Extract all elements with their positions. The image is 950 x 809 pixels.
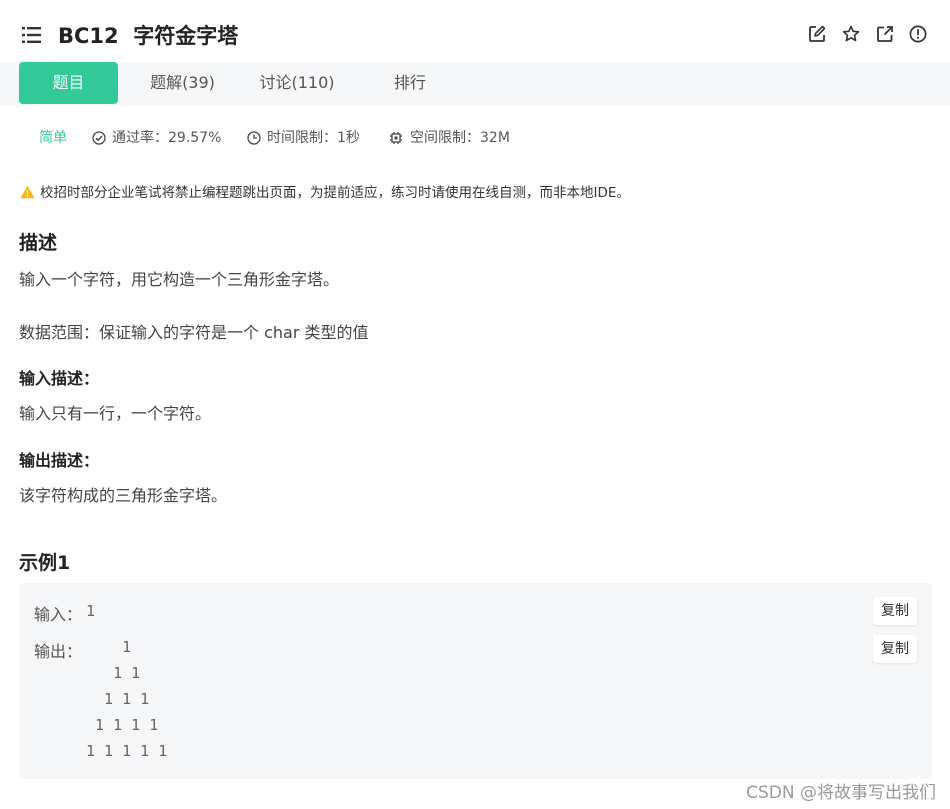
check-circle-icon: [92, 131, 106, 145]
external-link-icon[interactable]: [876, 25, 894, 43]
list-icon[interactable]: [22, 26, 42, 44]
memory-limit-text: 空间限制：32M: [410, 130, 510, 146]
chip-icon: [390, 132, 402, 144]
warning-icon: [20, 185, 35, 199]
output-desc-text: 该字符构成的三角形金字塔。: [19, 486, 228, 505]
clock-icon: [247, 131, 261, 145]
example-output-label: 输出：: [34, 642, 83, 661]
example-input-label: 输入：: [34, 605, 83, 624]
example-box: 输入： 1 复制 输出： 1 1 1 1 1 1 1 1 1 1 1 1 1 1…: [19, 583, 932, 779]
problem-title: BC12 字符金字塔: [58, 24, 239, 48]
tab-problem[interactable]: 题目: [19, 62, 118, 104]
watermark: CSDN @将故事写出我们: [746, 783, 936, 803]
time-limit-text: 时间限制：1秒: [267, 130, 360, 146]
tab-bar: 题目 题解(39) 讨论(110) 排行: [0, 62, 950, 106]
example-output-value: 1 1 1 1 1 1 1 1 1 1 1 1 1 1 1: [86, 638, 168, 760]
example-heading: 示例1: [19, 552, 71, 574]
description-text: 输入一个字符，用它构造一个三角形金字塔。: [19, 270, 340, 289]
tab-ranking[interactable]: 排行: [370, 62, 450, 104]
copy-output-button[interactable]: 复制: [873, 635, 917, 663]
copy-input-button[interactable]: 复制: [873, 597, 917, 625]
star-icon[interactable]: [842, 25, 860, 43]
input-desc-heading: 输入描述：: [19, 369, 100, 388]
pass-rate: 通过率：29.57%: [92, 128, 232, 148]
example-input-value: 1: [86, 602, 96, 620]
tab-solutions[interactable]: 题解(39): [135, 62, 230, 104]
input-desc-text: 输入只有一行，一个字符。: [19, 404, 212, 423]
edit-icon[interactable]: [808, 25, 826, 43]
alert-icon[interactable]: [909, 25, 927, 43]
problem-header: BC12 字符金字塔: [0, 0, 950, 62]
warning-text: 校招时部分企业笔试将禁止编程题跳出页面，为提前适应，练习时请使用在线自测，而非本…: [40, 185, 630, 201]
time-limit: 时间限制：1秒: [247, 128, 377, 148]
memory-limit: 空间限制：32M: [389, 128, 529, 148]
difficulty-badge: 简单: [39, 130, 67, 146]
tab-discussion[interactable]: 讨论(110): [247, 62, 347, 104]
output-desc-heading: 输出描述：: [19, 451, 100, 470]
data-range-text: 数据范围：保证输入的字符是一个 char 类型的值: [19, 323, 369, 342]
pass-rate-text: 通过率：29.57%: [112, 130, 222, 146]
description-heading: 描述: [19, 232, 58, 254]
